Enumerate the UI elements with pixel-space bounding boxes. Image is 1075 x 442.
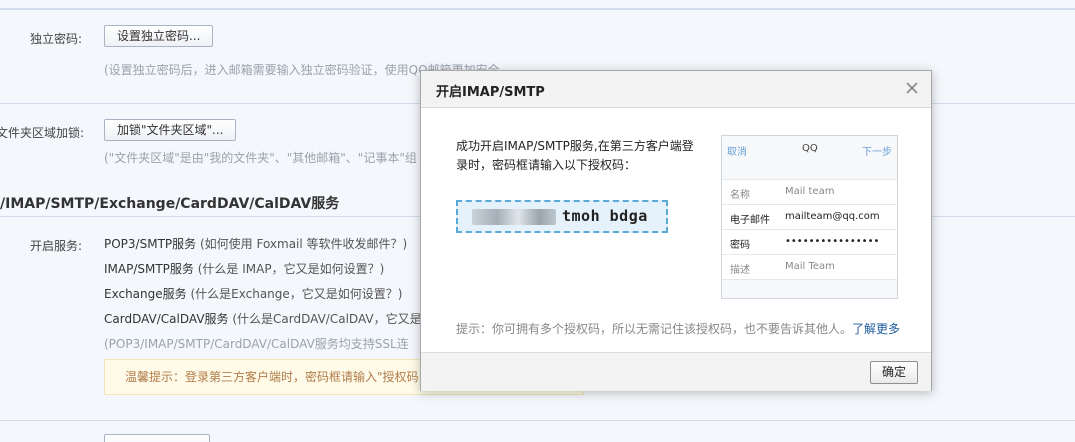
folder-lock-hint: ("文件夹区域"是由"我的文件夹"、"其他邮箱"、"记事本"组 [104, 151, 417, 165]
service-help-link[interactable]: (如何使用 Foxmail 等软件收发邮件？) [200, 237, 407, 251]
authorization-code: tmoh bdga [562, 207, 648, 225]
service-help-link[interactable]: (什么是Exchange，它又是如何设置？) [190, 287, 402, 301]
phone-cancel-label: 取消 [727, 147, 747, 158]
service-name: CardDAV/CalDAV服务 [104, 312, 229, 326]
dialog-message: 成功开启IMAP/SMTP服务,在第三方客户端登录时，密码框请输入以下授权码： [456, 139, 694, 172]
service-help-link[interactable]: (什么是 IMAP，它又是如何设置？) [198, 262, 385, 276]
set-independent-password-button[interactable]: 设置独立密码... [104, 25, 214, 47]
independent-password-label: 独立密码: [30, 32, 83, 46]
service-help-link[interactable]: (什么是CardDAV/CalDAV，它又是 [232, 312, 421, 326]
divider [0, 420, 1075, 421]
service-name: Exchange服务 [104, 287, 187, 301]
authorization-code-box: tmoh bdga [456, 200, 668, 233]
service-pop3: POP3/SMTP服务 (如何使用 Foxmail 等软件收发邮件？) [104, 235, 407, 252]
phone-row-key: 描述 [730, 265, 750, 276]
lock-folder-area-button[interactable]: 加锁"文件夹区域"... [104, 119, 237, 141]
learn-more-link[interactable]: 了解更多 [852, 322, 900, 336]
phone-row-key: 电子邮件 [730, 215, 770, 226]
blurred-code-segment [472, 209, 556, 225]
dialog-title: 开启IMAP/SMTP [436, 85, 545, 100]
phone-row-password: 密码 •••••••••••••••• [722, 229, 897, 254]
service-imap: IMAP/SMTP服务 (什么是 IMAP，它又是如何设置？) [104, 260, 384, 277]
phone-row-value: mailteam@qq.com [785, 211, 880, 222]
service-name: POP3/SMTP服务 [104, 237, 197, 251]
client-settings-illustration: 取消 QQ 下一步 名称 Mail team 电子邮件 mailteam@qq.… [721, 135, 898, 299]
phone-next-label: 下一步 [862, 147, 892, 158]
phone-row-value: Mail Team [785, 261, 835, 272]
confirm-button[interactable]: 确定 [870, 361, 918, 384]
partial-button[interactable] [104, 434, 210, 442]
dialog-tip: 提示：你可拥有多个授权码，所以无需记住该授权码，也不要告诉其他人。了解更多 [456, 320, 900, 337]
phone-nav-bar: 取消 QQ 下一步 [722, 136, 897, 162]
phone-row-description: 描述 Mail Team [722, 254, 897, 280]
settings-page: 独立密码: 设置独立密码... (设置独立密码后，进入邮箱需要输入独立密码验证，… [0, 0, 1075, 442]
phone-row-value: Mail team [785, 186, 835, 197]
folder-lock-label: 文件夹区域加锁: [0, 126, 85, 140]
dialog-header: 开启IMAP/SMTP [421, 71, 931, 108]
ssl-hint: (POP3/IMAP/SMTP/CardDAV/CalDAV服务均支持SSL连 [104, 337, 409, 351]
phone-row-key: 密码 [730, 240, 750, 251]
phone-account-label: QQ [802, 143, 818, 154]
phone-row-key: 名称 [730, 190, 750, 201]
dialog-footer: 确定 [421, 352, 931, 391]
service-exchange: Exchange服务 (什么是Exchange，它又是如何设置？) [104, 285, 402, 302]
service-carddav: CardDAV/CalDAV服务 (什么是CardDAV/CalDAV，它又是 [104, 310, 422, 327]
phone-row-email: 电子邮件 mailteam@qq.com [722, 204, 897, 229]
close-icon[interactable] [903, 79, 921, 97]
imap-smtp-dialog: 开启IMAP/SMTP 成功开启IMAP/SMTP服务,在第三方客户端登录时，密… [420, 70, 932, 391]
phone-row-name: 名称 Mail team [722, 179, 897, 204]
services-label: 开启服务: [30, 239, 83, 253]
tip-text: 提示：你可拥有多个授权码，所以无需记住该授权码，也不要告诉其他人。 [456, 322, 853, 336]
divider [0, 8, 1075, 10]
section-title: /IMAP/SMTP/Exchange/CardDAV/CalDAV服务 [0, 196, 340, 212]
service-name: IMAP/SMTP服务 [104, 262, 194, 276]
phone-row-value: •••••••••••••••• [785, 236, 880, 247]
